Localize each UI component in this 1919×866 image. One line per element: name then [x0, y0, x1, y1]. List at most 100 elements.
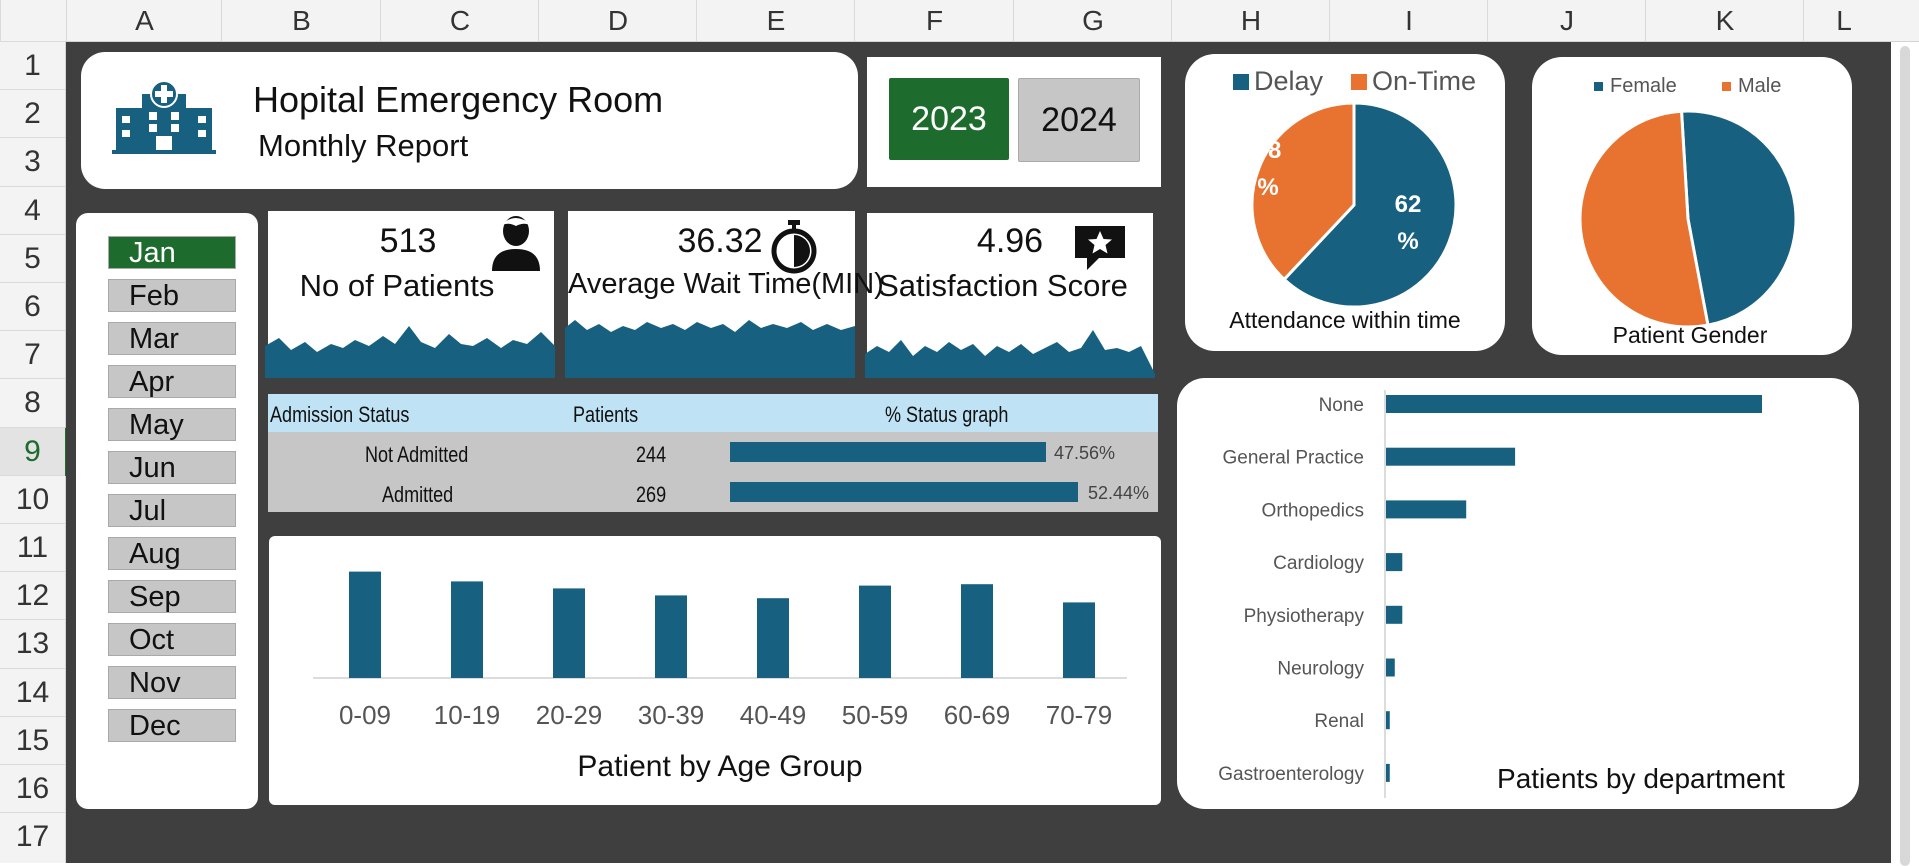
column-header-i[interactable]: I — [1329, 0, 1488, 41]
column-header-h[interactable]: H — [1171, 0, 1330, 41]
age-tick-label: 40-49 — [740, 700, 807, 730]
age-bar-50-59 — [859, 585, 891, 678]
column-header-l[interactable]: L — [1803, 0, 1884, 41]
select-all-corner[interactable] — [0, 0, 66, 41]
month-jul-button[interactable]: Jul — [108, 494, 236, 527]
legend-female-marker — [1594, 82, 1603, 91]
sparkline-satisfaction — [865, 330, 1155, 378]
row-admitted-patients: 269 — [636, 482, 667, 507]
row-header-16[interactable]: 16 — [0, 764, 65, 813]
column-header-f[interactable]: F — [854, 0, 1014, 41]
header-patients: Patients — [573, 402, 639, 427]
department-bar-general-practice — [1386, 447, 1516, 466]
department-bar-renal — [1386, 711, 1390, 730]
row-header-8[interactable]: 8 — [0, 378, 65, 427]
row-header-2[interactable]: 2 — [0, 89, 65, 138]
age-chart-title: Patient by Age Group — [577, 750, 862, 783]
row-admitted-pct: 52.44% — [1088, 483, 1150, 503]
row-header-13[interactable]: 13 — [0, 619, 65, 668]
legend-ontime-marker — [1351, 74, 1367, 90]
row-header-11[interactable]: 11 — [0, 523, 65, 572]
column-header-j[interactable]: J — [1487, 0, 1646, 41]
age-bar-0-09 — [349, 571, 381, 678]
year-2023-button[interactable]: 2023 — [889, 78, 1009, 160]
age-tick-label: 60-69 — [944, 700, 1011, 730]
row-header-12[interactable]: 12 — [0, 571, 65, 620]
month-apr-button[interactable]: Apr — [108, 365, 236, 398]
row-header-4[interactable]: 4 — [0, 185, 65, 235]
legend-male-label: Male — [1738, 75, 1781, 97]
month-aug-button[interactable]: Aug — [108, 537, 236, 570]
department-bar-gastroenterology — [1386, 763, 1390, 782]
column-header-k[interactable]: K — [1645, 0, 1804, 41]
department-chart-title: Patients by department — [1497, 763, 1785, 794]
column-header-c[interactable]: C — [380, 0, 539, 41]
age-bar-20-29 — [553, 588, 585, 678]
month-may-button[interactable]: May — [108, 408, 236, 441]
row-header-14[interactable]: 14 — [0, 667, 65, 717]
department-tick-label: None — [1319, 395, 1364, 416]
age-tick-label: 20-29 — [536, 700, 603, 730]
month-mar-button[interactable]: Mar — [108, 322, 236, 355]
kpi-satisfaction-value: 4.96 — [976, 222, 1044, 260]
column-header-bar: ABCDEFGHIJKL — [0, 0, 1919, 42]
month-dec-button[interactable]: Dec — [108, 709, 236, 742]
department-tick-label: General Practice — [1222, 448, 1364, 469]
vertical-scrollbar[interactable] — [1891, 42, 1919, 866]
row-header-7[interactable]: 7 — [0, 330, 65, 379]
person-icon — [492, 216, 540, 271]
column-header-a[interactable]: A — [66, 0, 222, 41]
department-bar-cardiology — [1386, 553, 1403, 572]
row-header-5[interactable]: 5 — [0, 233, 65, 283]
kpi-satisfaction-label: Satisfaction Score — [878, 268, 1128, 303]
age-tick-label: 0-09 — [339, 700, 391, 730]
header-status-graph: % Status graph — [885, 402, 1009, 427]
row-admitted-status: Admitted — [382, 482, 454, 507]
legend-delay-marker — [1233, 74, 1249, 90]
month-sep-button[interactable]: Sep — [108, 580, 236, 613]
month-jun-button[interactable]: Jun — [108, 451, 236, 484]
row-header-3[interactable]: 3 — [0, 137, 65, 186]
department-bar-physiotherapy — [1386, 605, 1403, 624]
row-header-6[interactable]: 6 — [0, 282, 65, 331]
age-group-chart: 0-09 10-19 20-29 30-39 40-49 50-59 60-69 70-79 P… — [313, 571, 1127, 783]
department-tick-label: Cardiology — [1273, 553, 1364, 574]
row-header-9[interactable]: 9 — [0, 426, 68, 476]
dashboard-title: Hopital Emergency Room — [253, 79, 664, 120]
row-header-1[interactable]: 1 — [0, 41, 65, 90]
column-header-e[interactable]: E — [696, 0, 855, 41]
gender-chart-title: Patient Gender — [1613, 322, 1768, 348]
bar-admitted — [730, 482, 1078, 502]
month-nov-button[interactable]: Nov — [108, 666, 236, 699]
year-2024-button[interactable]: 2024 — [1018, 78, 1140, 162]
age-bar-70-79 — [1063, 602, 1095, 678]
row-header-15[interactable]: 15 — [0, 715, 65, 765]
column-header-g[interactable]: G — [1013, 0, 1172, 41]
month-feb-button[interactable]: Feb — [108, 279, 236, 312]
month-jan-button[interactable]: Jan — [108, 236, 236, 269]
department-tick-label: Renal — [1314, 711, 1364, 732]
bar-not-admitted — [730, 442, 1046, 462]
row-header-17[interactable]: 17 — [0, 812, 65, 861]
kpi-patients-value: 513 — [379, 222, 437, 260]
month-oct-button[interactable]: Oct — [108, 623, 236, 656]
star-speech-icon — [1075, 226, 1125, 270]
stopwatch-icon — [771, 220, 817, 274]
legend-female-label: Female — [1610, 75, 1677, 97]
age-bar-30-39 — [655, 595, 687, 678]
column-header-b[interactable]: B — [221, 0, 381, 41]
department-tick-label: Gastroenterology — [1218, 764, 1364, 785]
hospital-icon — [112, 80, 216, 154]
age-bar-10-19 — [451, 581, 483, 678]
kpi-wait-value: 36.32 — [677, 222, 763, 260]
attendance-pie-chart: Delay On-Time62 %38 %Attendance within time — [1229, 66, 1476, 333]
department-tick-label: Neurology — [1277, 659, 1364, 680]
row-header-10[interactable]: 10 — [0, 474, 65, 524]
header-admission-status: Admission Status — [270, 402, 410, 427]
dashboard-subtitle: Monthly Report — [258, 128, 469, 163]
legend-ontime-label: On-Time — [1372, 66, 1476, 96]
scrollbar-thumb[interactable] — [1900, 46, 1910, 866]
column-header-d[interactable]: D — [538, 0, 697, 41]
age-tick-label: 30-39 — [638, 700, 705, 730]
row-not-admitted-pct: 47.56% — [1054, 443, 1116, 463]
